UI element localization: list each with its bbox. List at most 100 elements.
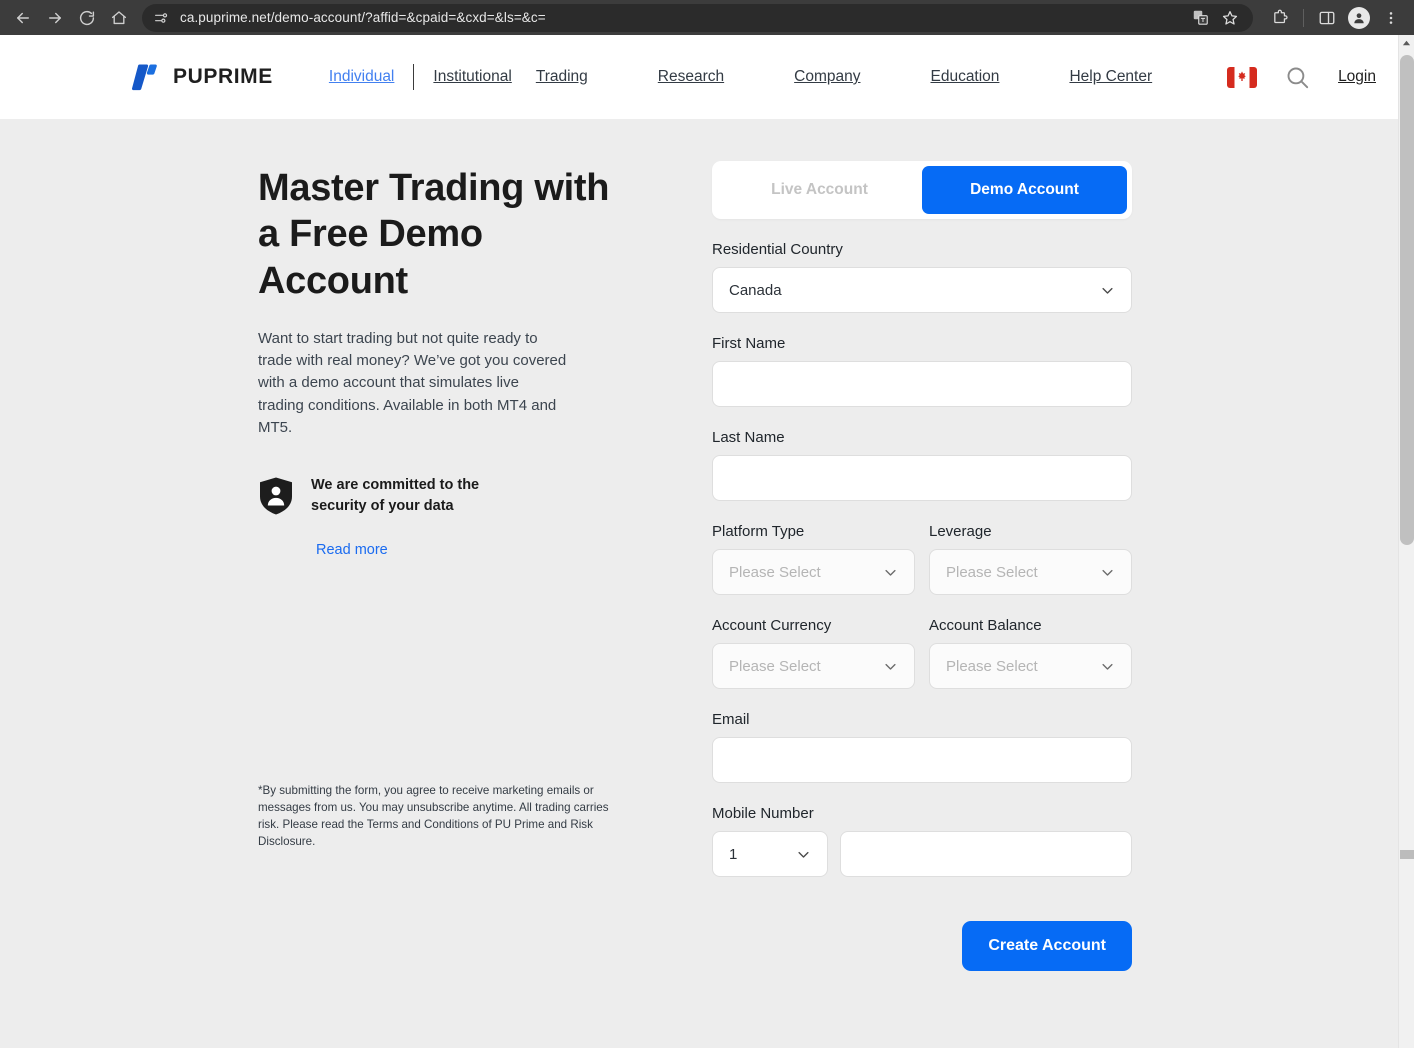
platform-type-value: Please Select (729, 563, 821, 581)
primary-navigation: Individual Institutional Trading Researc… (329, 64, 1227, 90)
vertical-scrollbar[interactable] (1398, 35, 1414, 1048)
field-last-name: Last Name (712, 429, 1132, 501)
reload-icon (78, 9, 96, 27)
scrollbar-find-mark (1400, 850, 1414, 859)
hero-description: Want to start trading but not quite read… (258, 330, 567, 436)
reload-button[interactable] (72, 3, 102, 33)
chevron-down-icon (883, 565, 898, 580)
first-name-label: First Name (712, 335, 786, 352)
page-viewport: PUPRIME Individual Institutional Trading… (0, 35, 1414, 1048)
platform-leverage-row: Platform Type Please Select Leverage Ple… (712, 523, 1132, 595)
scrollbar-thumb[interactable] (1400, 55, 1414, 545)
nav-item-individual[interactable]: Individual (329, 68, 395, 86)
nav-divider (413, 64, 415, 90)
field-leverage: Leverage Please Select (929, 523, 1132, 595)
leverage-select[interactable]: Please Select (929, 549, 1132, 595)
forward-arrow-icon (46, 9, 64, 27)
field-platform-type: Platform Type Please Select (712, 523, 915, 595)
country-code-select[interactable]: 1 (712, 831, 828, 877)
last-name-label: Last Name (712, 429, 785, 446)
nav-item-help-center[interactable]: Help Center (1069, 68, 1152, 86)
platform-type-label: Platform Type (712, 523, 805, 540)
header-utilities: Login (1227, 64, 1398, 91)
site-settings-icon[interactable] (152, 9, 170, 27)
home-button[interactable] (104, 3, 134, 33)
registration-form: Live Account Demo Account Residential Co… (712, 119, 1132, 971)
browser-toolbar: ca.puprime.net/demo-account/?affid=&cpai… (0, 0, 1414, 35)
canada-flag-icon[interactable] (1227, 66, 1258, 88)
bookmark-star-icon[interactable] (1217, 5, 1243, 31)
extensions-puzzle-icon[interactable] (1265, 3, 1295, 33)
mobile-number-label: Mobile Number (712, 805, 814, 822)
read-more-link[interactable]: Read more (316, 542, 388, 558)
toolbar-divider (1303, 8, 1304, 27)
address-bar[interactable]: ca.puprime.net/demo-account/?affid=&cpai… (142, 3, 1253, 32)
page-title: Master Trading with a Free Demo Account (258, 167, 610, 302)
translate-icon[interactable] (1187, 5, 1213, 31)
home-icon (110, 9, 128, 27)
site-header: PUPRIME Individual Institutional Trading… (0, 35, 1398, 119)
security-callout: We are committed to the security of your… (258, 475, 656, 521)
nav-item-education[interactable]: Education (930, 68, 999, 86)
email-input[interactable] (712, 737, 1132, 783)
residential-country-value: Canada (729, 281, 782, 299)
account-currency-value: Please Select (729, 657, 821, 675)
field-residential-country: Residential Country Canada (712, 241, 1132, 313)
nav-item-company[interactable]: Company (794, 68, 860, 86)
three-dot-menu-icon[interactable] (1376, 3, 1406, 33)
logo-text: PUPRIME (173, 65, 273, 88)
nav-item-research[interactable]: Research (658, 68, 724, 86)
field-first-name: First Name (712, 335, 1132, 407)
field-mobile-number: Mobile Number 1 (712, 805, 1132, 877)
back-arrow-icon (14, 9, 32, 27)
email-label: Email (712, 711, 750, 728)
field-account-balance: Account Balance Please Select (929, 617, 1132, 689)
mobile-number-input[interactable] (840, 831, 1132, 877)
field-account-currency: Account Currency Please Select (712, 617, 915, 689)
puprime-logo[interactable]: PUPRIME (128, 59, 273, 95)
account-balance-value: Please Select (946, 657, 1038, 675)
form-disclaimer: *By submitting the form, you agree to re… (258, 784, 609, 848)
shield-person-icon (258, 476, 294, 521)
tab-live-account[interactable]: Live Account (717, 166, 922, 214)
browser-actions (1261, 3, 1406, 33)
account-balance-label: Account Balance (929, 617, 1042, 634)
page-content: Master Trading with a Free Demo Account … (0, 119, 1398, 971)
account-balance-select[interactable]: Please Select (929, 643, 1132, 689)
leverage-label: Leverage (929, 523, 992, 540)
create-account-button[interactable]: Create Account (962, 921, 1132, 971)
submit-row: Create Account (712, 921, 1132, 971)
leverage-value: Please Select (946, 563, 1038, 581)
chevron-down-icon (796, 847, 811, 862)
chevron-down-icon (883, 659, 898, 674)
residential-country-select[interactable]: Canada (712, 267, 1132, 313)
mobile-number-group: 1 (712, 831, 1132, 877)
security-text: We are committed to the security of your… (311, 477, 480, 515)
account-currency-select[interactable]: Please Select (712, 643, 915, 689)
nav-item-institutional[interactable]: Institutional (433, 68, 511, 86)
search-icon[interactable] (1284, 64, 1311, 91)
back-button[interactable] (8, 3, 38, 33)
account-currency-label: Account Currency (712, 617, 832, 634)
chevron-down-icon (1100, 283, 1115, 298)
login-button[interactable]: Login (1338, 68, 1376, 86)
field-email: Email (712, 711, 1132, 783)
chevron-down-icon (1100, 565, 1115, 580)
tab-demo-account[interactable]: Demo Account (922, 166, 1127, 214)
last-name-input[interactable] (712, 455, 1132, 501)
profile-button[interactable] (1344, 3, 1374, 33)
country-code-value: 1 (729, 845, 738, 863)
puprime-logo-icon (128, 59, 164, 95)
forward-button[interactable] (40, 3, 70, 33)
first-name-input[interactable] (712, 361, 1132, 407)
currency-balance-row: Account Currency Please Select Account B… (712, 617, 1132, 689)
residential-country-label: Residential Country (712, 241, 843, 258)
account-type-tabs: Live Account Demo Account (712, 161, 1132, 219)
nav-item-trading[interactable]: Trading (536, 68, 588, 86)
chevron-down-icon (1100, 659, 1115, 674)
profile-avatar-icon (1348, 6, 1370, 29)
scroll-up-arrow-icon[interactable] (1399, 35, 1414, 51)
hero-section: Master Trading with a Free Demo Account … (258, 119, 656, 971)
side-panel-icon[interactable] (1312, 3, 1342, 33)
platform-type-select[interactable]: Please Select (712, 549, 915, 595)
